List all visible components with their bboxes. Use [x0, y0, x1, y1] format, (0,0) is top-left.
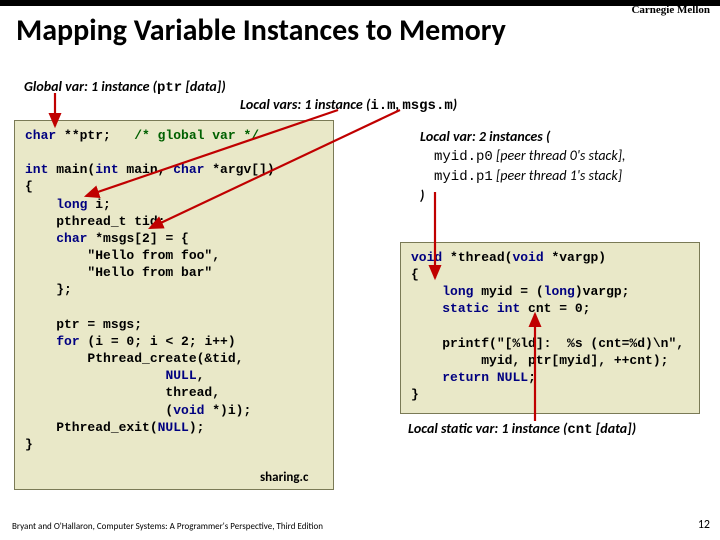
slide-title: Mapping Variable Instances to Memory	[0, 6, 720, 49]
local-vars-code1: i.m	[370, 98, 395, 114]
global-var-label: Global var:	[24, 78, 88, 95]
global-var-code: ptr	[157, 80, 182, 96]
local2-tail: )	[420, 187, 424, 204]
sharing-label: sharing.c	[260, 470, 308, 485]
staticvar-code: cnt	[567, 422, 592, 438]
local2-l1b: [peer thread 0's stack],	[493, 147, 626, 164]
local2-l1a: myid.p0	[434, 149, 493, 165]
page-number: 12	[698, 518, 710, 532]
local-vars-code2: msgs.m	[402, 98, 452, 114]
local2-l2a: myid.p1	[434, 169, 493, 185]
global-var-text: 1 instance (	[88, 78, 157, 95]
staticvar-label: Local static var:	[408, 420, 498, 437]
local2-label: Local var:	[420, 128, 476, 145]
local-var-2inst: Local var: 2 instances ( myid.p0 [peer t…	[420, 128, 626, 206]
cmu-label: Carnegie Mellon	[631, 4, 710, 16]
staticvar-tail: [data])	[593, 420, 636, 437]
global-var-caption: Global var: 1 instance (ptr [data])	[24, 78, 226, 96]
local-vars-text: 1 instance (	[301, 96, 370, 113]
right-code-box: void *thread(void *vargp) { long myid = …	[400, 242, 700, 414]
staticvar-text: 1 instance (	[498, 420, 567, 437]
local-vars-caption: Local vars: 1 instance (i.m, msgs.m)	[240, 96, 457, 114]
left-code-box: char **ptr; /* global var */ int main(in…	[14, 120, 334, 490]
footer-citation: Bryant and O'Hallaron, Computer Systems:…	[12, 521, 323, 532]
local-vars-label: Local vars:	[240, 96, 301, 113]
local-static-caption: Local static var: 1 instance (cnt [data]…	[408, 420, 636, 438]
local2-head: 2 instances (	[476, 128, 551, 145]
local2-l2b: [peer thread 1's stack]	[493, 167, 622, 184]
local-vars-tail: )	[453, 96, 457, 113]
global-var-tail: [data])	[182, 78, 225, 95]
